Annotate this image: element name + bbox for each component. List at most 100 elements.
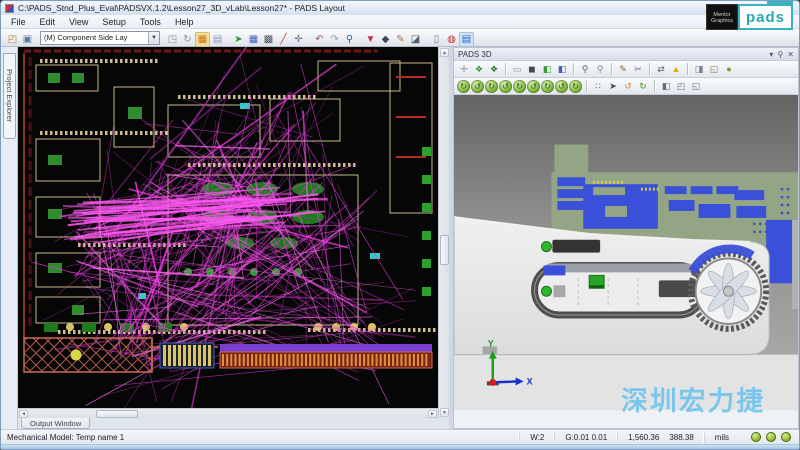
menu-tools[interactable]: Tools [133,17,168,27]
filter-dark-icon[interactable]: ◆ [378,32,393,47]
open-file-icon[interactable]: ◰ [5,32,20,47]
route-icon[interactable]: ➤ [231,32,246,47]
layer-dropdown[interactable]: (M) Component Side Lay ▼ [40,31,160,45]
undo-icon[interactable]: ↶ [312,32,327,47]
status-led-icon[interactable] [766,432,776,442]
pads-logo: pads [738,4,793,30]
pan-hand-icon[interactable]: ✛ [457,62,471,76]
toolbar-separator [505,63,506,75]
zoom-icon[interactable]: ⚲ [342,32,357,47]
export-icon[interactable]: ◱ [707,62,721,76]
pads-3d-window-buttons: ▾ ⚲ ✕ [769,50,794,59]
horizontal-scrollbar-thumb[interactable] [96,410,138,418]
menu-help[interactable]: Help [168,17,201,27]
spin-ccw-icon[interactable]: ↺ [621,79,635,93]
pads-logo-accent [767,0,793,5]
orbit-left-icon[interactable]: ↻ [457,80,470,93]
brush-icon[interactable]: ✎ [393,32,408,47]
clipboard-icon[interactable]: ▤ [210,32,225,47]
menu-bar: FileEditViewSetupToolsHelp [1,15,799,29]
status-coord-y: 388.38 [669,433,703,442]
menu-setup[interactable]: Setup [95,17,133,27]
status-bar: Mechanical Model: Temp name 1 W:2 G:0.01… [1,429,799,444]
drc-icon[interactable]: ◍ [444,32,459,47]
status-led-icon[interactable] [781,432,791,442]
project-explorer-tab[interactable]: Project Explorer [3,53,16,139]
toolbar-separator [611,63,612,75]
sheet-icon[interactable]: ▯ [429,32,444,47]
menu-view[interactable]: View [62,17,95,27]
filter-red-icon[interactable]: ▼ [363,32,378,47]
photoplot-icon[interactable]: ▩ [261,32,276,47]
spin-cw-icon[interactable]: ↻ [636,79,650,93]
orbit-reset-icon[interactable]: ↻ [569,80,582,93]
solid-view-icon[interactable]: ◼ [525,62,539,76]
menu-edit[interactable]: Edit [33,17,63,27]
board-3d-icon[interactable]: ❖ [472,62,486,76]
save-icon[interactable]: ▣ [20,32,35,47]
status-units: mils [704,433,739,442]
pcb-2d-canvas[interactable] [18,47,438,408]
box-blue-icon[interactable]: ◧ [555,62,569,76]
scroll-up-icon[interactable]: ▲ [440,48,449,57]
grid-icon[interactable]: ▦ [246,32,261,47]
orbit-home-icon[interactable]: ↺ [555,80,568,93]
workspace: Project Explorer [1,47,799,429]
orbit-ccw-icon[interactable]: ↺ [527,80,540,93]
dots-icon[interactable]: ∷ [591,79,605,93]
design-toolbox-icon[interactable]: ▦ [195,32,210,47]
pcb-3d-viewport[interactable]: Y X 深圳宏力捷 [454,95,798,428]
snapshot-icon[interactable]: ◨ [692,62,706,76]
vertical-scrollbar-thumb[interactable] [440,235,449,265]
status-model: Mechanical Model: Temp name 1 [7,433,124,442]
panel-close-icon[interactable]: ✕ [787,50,794,59]
chevron-down-icon[interactable]: ▼ [148,32,159,44]
toolbar-separator [687,63,688,75]
menu-file[interactable]: File [4,17,33,27]
status-led-icon[interactable] [751,432,761,442]
add-line-icon[interactable]: ╱ [276,32,291,47]
scroll-right-icon[interactable]: ► [428,410,437,418]
page-icon[interactable]: ▭ [510,62,524,76]
pads-3d-title-bar[interactable]: PADS 3D ▾⚲✕ [454,48,798,61]
zoom-fit-icon[interactable]: ⚲ [593,62,607,76]
redo-icon[interactable]: ↷ [327,32,342,47]
globe-icon[interactable]: ● [722,62,736,76]
zoom-window-icon[interactable]: ⚲ [578,62,592,76]
pads-layout-window: C:\PADS_Stnd_Plus_Eval\PADSVX.1.2\Lesson… [0,0,800,450]
scroll-down-icon[interactable]: ▼ [440,408,449,417]
orbit-down-icon[interactable]: ↺ [499,80,512,93]
board-3d-alt-icon[interactable]: ❖ [487,62,501,76]
warning-icon[interactable]: ▲ [669,62,683,76]
svg-text:X: X [527,376,533,386]
orbit-right-icon[interactable]: ↺ [471,80,484,93]
orbit-iso-icon[interactable]: ↻ [541,80,554,93]
layers-icon[interactable]: ▤ [459,32,474,47]
properties-icon[interactable]: ◳ [165,32,180,47]
panel-pin-icon[interactable]: ⚲ [777,50,783,59]
measure-icon[interactable]: ✎ [616,62,630,76]
scroll-left-icon[interactable]: ◄ [19,410,28,418]
snip-icon[interactable]: ✂ [631,62,645,76]
redraw-icon[interactable]: ↻ [180,32,195,47]
main-toolbar: ◰▣ (M) Component Side Lay ▼ ◳↻▦▤➤▦▩╱✛↶↷⚲… [1,29,799,47]
view-top-icon[interactable]: ◰ [674,79,688,93]
toolbar-separator [586,80,587,92]
toolbar-separator [573,63,574,75]
view-front-icon[interactable]: ◧ [659,79,673,93]
horizontal-scrollbar[interactable]: ◄ ► [18,408,438,418]
collision-icon[interactable]: ⇄ [654,62,668,76]
box-green-icon[interactable]: ◧ [540,62,554,76]
toolbar-separator [654,80,655,92]
panel-menu-icon[interactable]: ▾ [769,50,773,59]
vertical-scrollbar[interactable]: ▲ ▼ [438,47,449,418]
pour-icon[interactable]: ◪ [408,32,423,47]
orbit-up-icon[interactable]: ↻ [485,80,498,93]
select-cursor-icon[interactable]: ➤ [606,79,620,93]
orbit-cw-icon[interactable]: ↻ [513,80,526,93]
window-title: C:\PADS_Stnd_Plus_Eval\PADSVX.1.2\Lesson… [18,3,345,13]
output-window-tab[interactable]: Output Window [21,418,90,429]
move-icon[interactable]: ✛ [291,32,306,47]
toolbar-right-group: ◳↻▦▤➤▦▩╱✛↶↷⚲▼◆✎◪▯◍▤ [165,29,474,47]
view-iso-icon[interactable]: ◱ [689,79,703,93]
